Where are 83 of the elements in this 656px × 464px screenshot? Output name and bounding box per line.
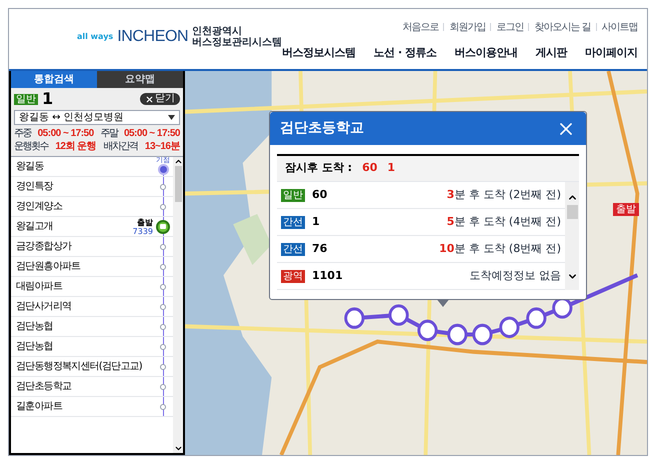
schedule-label: 주중 [14,127,31,140]
close-button[interactable]: 닫기 [140,93,180,105]
nav-link[interactable]: 게시판 [536,44,568,61]
schedule-value: 05:00 ~ 17:50 [124,127,180,140]
route-number: 1 [42,91,54,107]
stop-row[interactable]: 검단초등학교 [11,377,173,397]
stop-name: 검단원흥아파트 [16,260,82,274]
arrival-info: 5분 후 도착 (4번째 전) [446,214,561,230]
top-link[interactable]: 회원가입 [449,20,486,34]
nav-link[interactable]: 버스이용안내 [454,44,518,61]
top-link[interactable]: 사이트맵 [602,20,638,34]
top-link[interactable]: 처음으로 [402,20,438,34]
arrival-row[interactable]: 일반 60 3분 후 도착 (2번째 전) [277,182,565,209]
stop-point-icon [160,404,166,410]
stop-name: 금강종합상가 [16,240,73,254]
soon-label: 잠시후 도착 : [285,160,352,176]
stop-point-icon [160,284,166,290]
stop-name: 왕길동 [16,160,45,174]
stop-point-icon [160,244,166,250]
direction-select[interactable]: 왕길동 ↔ 인천성모병원 [14,110,180,125]
route-number: 1 [312,214,320,230]
side-tab[interactable]: 통합검색 [11,71,97,88]
side-tab[interactable]: 요약맵 [97,71,183,88]
stop-name: 검단초등학교 [16,380,72,394]
stop-point-icon [160,204,166,210]
schedule-label: 주말 [100,127,118,140]
nav-link[interactable]: 버스정보시스템 [282,44,356,61]
stop-name: 검단동행정복지센터(검단고교) [16,360,143,374]
route-number: 76 [312,240,328,257]
route-type-badge: 간선 [281,216,305,228]
stop-row[interactable]: 길훈아파트 [11,397,173,417]
scrollbar[interactable] [173,157,183,453]
stop-point-icon [160,264,166,270]
nav-link[interactable]: 마이페이지 [585,44,638,61]
stop-name: 검단농협 [16,320,54,334]
route-number: 60 [312,186,328,203]
bus-icon [156,220,170,234]
stop-name: 검단농협 [16,340,54,354]
stop-name: 경인특장 [16,180,54,194]
arrival-info: 10분 후 도착 (8번째 전) [439,240,561,257]
schedule-value: 13~16분 [144,140,180,153]
popup-title: 검단초등학교 [280,119,364,138]
soon-route: 1 [387,160,396,176]
schedule-label: 배차간격 [104,140,138,153]
stop-name: 경인계양소 [16,200,64,214]
arrival-info: 3분 후 도착 (2번째 전) [446,186,561,203]
route-type-badge: 광역 [281,270,305,282]
stop-point-icon [160,344,166,350]
route-type-badge: 일반 [14,94,38,104]
arrival-row[interactable]: 광역 1101 도착예정정보 없음 [277,263,565,290]
stop-point-icon [160,184,166,190]
stop-row[interactable]: 왕길고개 출발 7339 [11,217,173,237]
route-type-badge: 일반 [281,188,305,202]
scrollbar[interactable] [565,182,579,290]
schedule-value: 12회 운행 [55,140,96,153]
schedule-value: 05:00 ~ 17:50 [38,127,94,140]
dropdown-caret-icon [168,115,175,120]
stop-name: 검단사거리역 [16,300,72,314]
scrollbar-thumb[interactable] [566,205,578,219]
nav-link[interactable]: 노선 · 정류소 [374,44,437,61]
bus-status: 출발 [137,218,153,226]
close-icon [145,94,154,104]
soon-route: 60 [362,160,378,176]
stop-name: 왕길고개 [16,220,54,234]
stop-name: 길훈아파트 [16,400,64,414]
stop-point-icon [160,304,166,310]
bus-plate: 7339 [132,226,153,236]
stop-name: 대림아파트 [16,280,64,294]
start-point-icon [158,164,168,175]
top-link[interactable]: 로그인 [496,20,524,34]
scroll-up-icon [174,157,182,166]
arrival-row[interactable]: 간선 76 10분 후 도착 (8번째 전) [277,236,565,263]
stop-point-icon [160,324,166,330]
stop-point-icon [160,384,166,390]
route-number: 1101 [312,268,343,284]
top-link[interactable]: 찾아오시는 길 [534,20,591,34]
scrollbar-thumb[interactable] [174,166,182,202]
arrival-row[interactable]: 간선 1 5분 후 도착 (4번째 전) [277,209,565,236]
stop-point-icon [160,364,166,370]
route-type-badge: 간선 [281,242,305,256]
start-flag: 출발 [613,203,639,216]
schedule-label: 운행횟수 [14,140,48,153]
arrival-info: 도착예정정보 없음 [470,268,561,284]
